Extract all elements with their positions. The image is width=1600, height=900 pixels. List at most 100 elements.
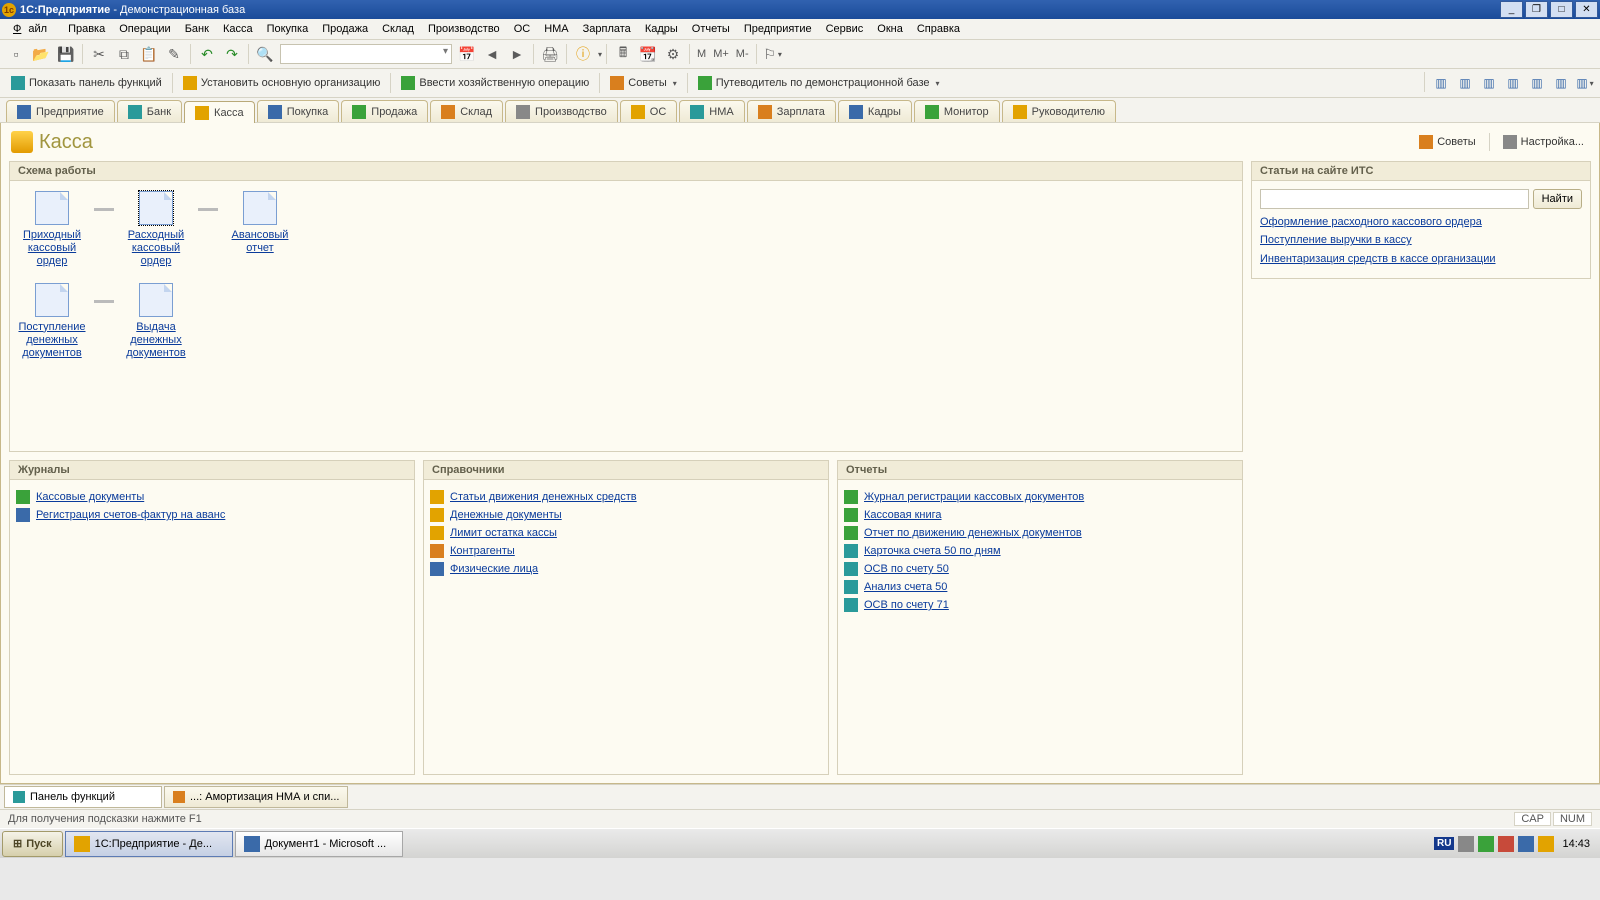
tool-dropdown-icon[interactable]: ⚐▾ [761,42,785,66]
lang-indicator[interactable]: RU [1434,837,1454,850]
tips-button[interactable]: Советы [1414,133,1480,151]
help-icon[interactable]: ⓘ [571,42,595,66]
calc-icon[interactable]: 🖩 [611,42,635,66]
save-icon[interactable]: 💾 [54,42,78,66]
rt-icon-3[interactable]: ▥ [1478,72,1500,94]
print-icon[interactable]: 🖨 [538,42,562,66]
tab-purchase[interactable]: Покупка [257,100,340,122]
restore-button[interactable]: ❐ [1525,1,1548,18]
link-cash-book[interactable]: Кассовая книга [864,509,942,521]
rt-icon-5[interactable]: ▥ [1526,72,1548,94]
date-icon[interactable]: 📆 [636,42,660,66]
menu-warehouse[interactable]: Склад [375,21,421,37]
menu-purchase[interactable]: Покупка [260,21,316,37]
menu-production[interactable]: Производство [421,21,507,37]
link-invoice-reg[interactable]: Регистрация счетов-фактур на аванс [36,509,225,521]
menu-salary[interactable]: Зарплата [576,21,638,37]
show-panel-button[interactable]: Показать панель функций [4,71,169,95]
link-osv-71[interactable]: ОСВ по счету 71 [864,599,949,611]
its-search-input[interactable] [1260,189,1529,209]
doc-issue-money-docs[interactable]: Выдача денежных документов [120,283,192,361]
back-icon[interactable]: ◄ [480,42,504,66]
link-cash-docs[interactable]: Кассовые документы [36,491,144,503]
menu-reports[interactable]: Отчеты [685,21,737,37]
tray-icon[interactable] [1458,836,1474,852]
settings-button[interactable]: Настройка... [1498,133,1589,151]
open-icon[interactable]: 📂 [29,42,53,66]
link-individuals[interactable]: Физические лица [450,563,538,575]
link-cash-limit[interactable]: Лимит остатка кассы [450,527,557,539]
tray-icon[interactable] [1498,836,1514,852]
undo-icon[interactable]: ↶ [195,42,219,66]
find-icon[interactable]: 🔍 [253,42,277,66]
its-link-1[interactable]: Оформление расходного кассового ордера [1260,215,1582,229]
tips-dropdown[interactable]: Советы▾ [603,71,684,95]
demo-guide-dropdown[interactable]: Путеводитель по демонстрационной базе▾ [691,71,947,95]
start-button[interactable]: ⊞Пуск [2,831,63,857]
new-icon[interactable]: ▫ [4,42,28,66]
menu-help[interactable]: Справка [910,21,967,37]
tab-bank[interactable]: Банк [117,100,182,122]
link-osv-50[interactable]: ОСВ по счету 50 [864,563,949,575]
link-cashflow-items[interactable]: Статьи движения денежных средств [450,491,637,503]
tray-icon[interactable] [1538,836,1554,852]
menu-sale[interactable]: Продажа [315,21,375,37]
copy-icon[interactable]: ⧉ [112,42,136,66]
rt-icon-7[interactable]: ▥▾ [1574,72,1596,94]
menu-windows[interactable]: Окна [870,21,910,37]
doc-incoming-cash-order[interactable]: Приходный кассовый ордер [16,191,88,269]
link-money-docs[interactable]: Денежные документы [450,509,562,521]
forward-icon[interactable]: ► [505,42,529,66]
tab-production[interactable]: Производство [505,100,618,122]
menu-personnel[interactable]: Кадры [638,21,685,37]
its-find-button[interactable]: Найти [1533,189,1582,209]
tab-cash[interactable]: Касса [184,101,255,123]
tab-salary[interactable]: Зарплата [747,100,836,122]
set-org-button[interactable]: Установить основную организацию [176,71,388,95]
tab-nma[interactable]: НМА [679,100,744,122]
task-1c[interactable]: 1С:Предприятие - Де... [65,831,233,857]
doc-receipt-money-docs[interactable]: Поступление денежных документов [16,283,88,361]
rt-icon-1[interactable]: ▥ [1430,72,1452,94]
clock[interactable]: 14:43 [1558,838,1594,850]
menu-cash[interactable]: Касса [216,21,260,37]
task-word[interactable]: Документ1 - Microsoft ... [235,831,403,857]
menu-nma[interactable]: НМА [537,21,575,37]
link-card-50-days[interactable]: Карточка счета 50 по дням [864,545,1001,557]
redo-icon[interactable]: ↷ [220,42,244,66]
rt-icon-6[interactable]: ▥ [1550,72,1572,94]
paste-icon[interactable]: 📋 [137,42,161,66]
mem-mplus[interactable]: M+ [710,48,732,60]
minimize-button[interactable]: _ [1500,1,1523,18]
enter-op-button[interactable]: Ввести хозяйственную операцию [394,71,596,95]
menu-file[interactable]: Файл [6,21,61,37]
tab-sale[interactable]: Продажа [341,100,428,122]
menu-bank[interactable]: Банк [178,21,216,37]
menu-enterprise[interactable]: Предприятие [737,21,819,37]
tab-enterprise[interactable]: Предприятие [6,100,115,122]
link-money-move-report[interactable]: Отчет по движению денежных документов [864,527,1082,539]
tray-icon[interactable] [1518,836,1534,852]
maximize-button[interactable]: □ [1550,1,1573,18]
task-icon[interactable]: ⚙ [661,42,685,66]
doc-advance-report[interactable]: Авансовый отчет [224,191,296,255]
calendar-icon[interactable]: 📅 [455,42,479,66]
close-button[interactable]: ✕ [1575,1,1598,18]
menu-os[interactable]: ОС [507,21,538,37]
tray-icon[interactable] [1478,836,1494,852]
rt-icon-2[interactable]: ▥ [1454,72,1476,94]
its-link-3[interactable]: Инвентаризация средств в кассе организац… [1260,252,1582,266]
tab-personnel[interactable]: Кадры [838,100,912,122]
link-cash-reg-journal[interactable]: Журнал регистрации кассовых документов [864,491,1084,503]
tab-manager[interactable]: Руководителю [1002,100,1116,122]
mem-m[interactable]: M [694,48,709,60]
rt-icon-4[interactable]: ▥ [1502,72,1524,94]
tab-os[interactable]: ОС [620,100,678,122]
pencil-icon[interactable]: ✎ [162,42,186,66]
link-contractors[interactable]: Контрагенты [450,545,515,557]
menu-operations[interactable]: Операции [112,21,177,37]
cut-icon[interactable]: ✂ [87,42,111,66]
wintab-amort[interactable]: ...: Амортизация НМА и спи... [164,786,348,808]
link-analysis-50[interactable]: Анализ счета 50 [864,581,947,593]
search-combo[interactable] [280,44,452,64]
